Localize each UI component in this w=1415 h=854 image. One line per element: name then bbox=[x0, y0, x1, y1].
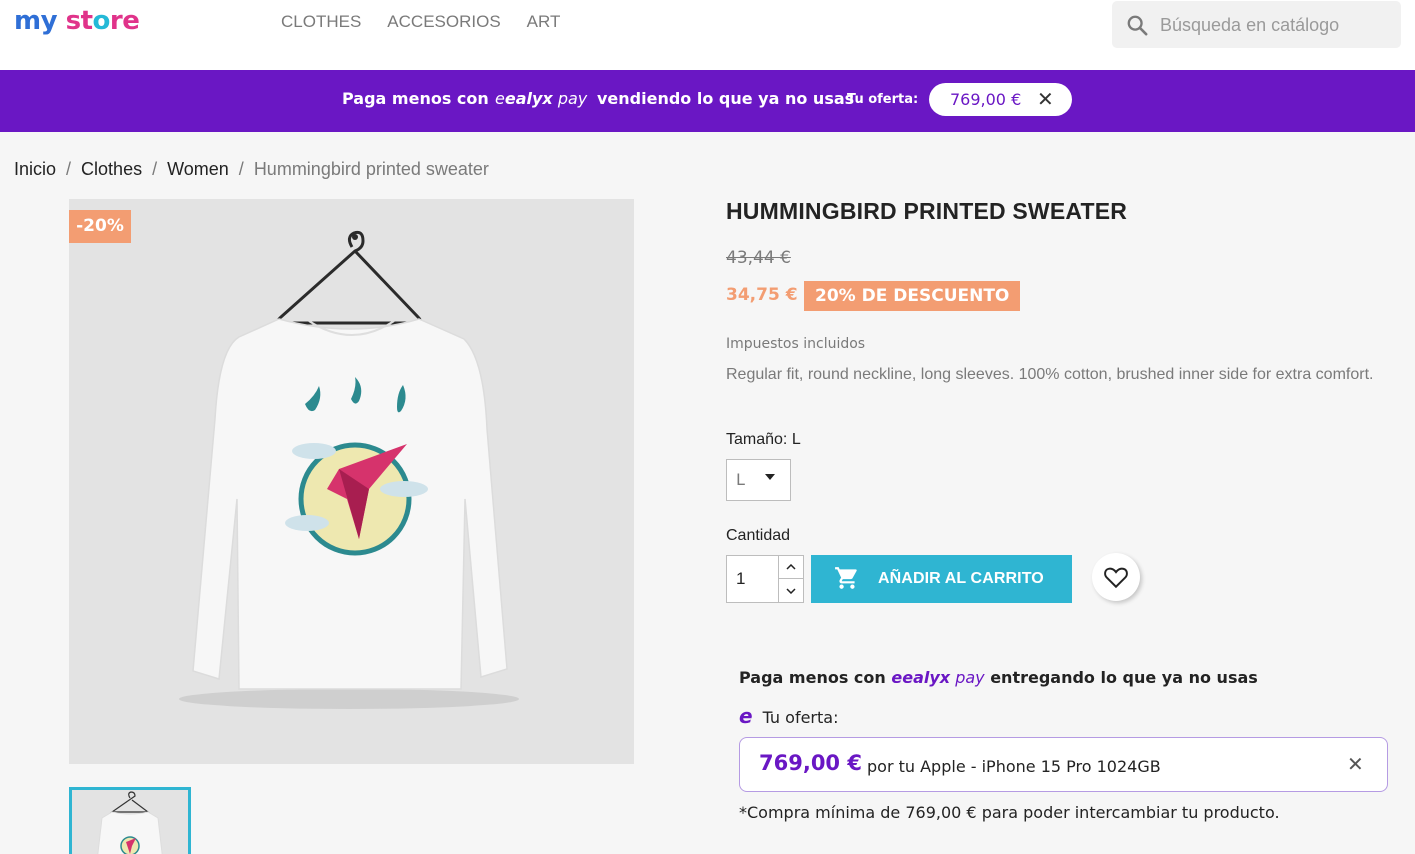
ealyx-offer-device: por tu Apple - iPhone 15 Pro 1024GB bbox=[867, 757, 1161, 776]
banner-text-2: vendiendo lo que ya no usas bbox=[597, 89, 855, 108]
size-select[interactable]: L bbox=[726, 459, 791, 501]
current-price: 34,75 € bbox=[726, 285, 798, 305]
tax-info: Impuestos incluidos bbox=[726, 336, 866, 352]
close-icon[interactable]: ✕ bbox=[1037, 87, 1054, 111]
quantity-input[interactable]: 1 bbox=[726, 555, 779, 603]
wishlist-button[interactable] bbox=[1092, 553, 1140, 601]
breadcrumb: Inicio / Clothes / Women / Hummingbird p… bbox=[14, 159, 489, 180]
breadcrumb-item-women[interactable]: Women bbox=[167, 159, 229, 180]
ealyx-offer-label: e Tu oferta: bbox=[739, 704, 839, 728]
quantity-label: Cantidad bbox=[726, 527, 791, 544]
nav-item-art[interactable]: ART bbox=[527, 12, 561, 32]
banner-text-1: Paga menos con bbox=[342, 89, 489, 108]
caret-down-icon bbox=[765, 474, 775, 480]
ealyx-offer-box[interactable]: 769,00 € por tu Apple - iPhone 15 Pro 10… bbox=[739, 737, 1388, 792]
close-icon[interactable]: ✕ bbox=[1347, 752, 1364, 776]
breadcrumb-separator: / bbox=[238, 159, 244, 179]
breadcrumb-item-clothes[interactable]: Clothes bbox=[81, 159, 142, 180]
ealyx-offer-amount: 769,00 € bbox=[759, 751, 862, 775]
search-box bbox=[1112, 1, 1401, 48]
nav-item-accesorios[interactable]: ACCESORIOS bbox=[387, 12, 500, 32]
ealyx-banner: Paga menos con eealyx pay vendiendo lo q… bbox=[0, 70, 1415, 132]
quantity-down-button[interactable] bbox=[779, 579, 803, 602]
banner-offer-pill[interactable]: 769,00 € ✕ bbox=[929, 83, 1072, 116]
product-thumbnail[interactable] bbox=[69, 787, 191, 854]
discount-label: 20% DE DESCUENTO bbox=[804, 281, 1021, 311]
thumbnail-image bbox=[97, 791, 163, 854]
breadcrumb-separator: / bbox=[66, 159, 72, 179]
discount-badge: -20% bbox=[69, 210, 131, 243]
product-cover-image[interactable] bbox=[69, 199, 634, 764]
chevron-down-icon bbox=[786, 587, 796, 594]
breadcrumb-item-inicio[interactable]: Inicio bbox=[14, 159, 56, 180]
size-select-value: L bbox=[736, 470, 745, 489]
breadcrumb-separator: / bbox=[152, 159, 158, 179]
heart-icon bbox=[1104, 567, 1128, 589]
add-to-cart-button[interactable]: AÑADIR AL CARRITO bbox=[811, 555, 1072, 603]
quantity-stepper bbox=[778, 555, 804, 603]
sweater-image bbox=[179, 230, 519, 709]
ealyx-widget-heading: Paga menos con eealyx pay entregando lo … bbox=[739, 668, 1258, 687]
product-description: Regular fit, round neckline, long sleeve… bbox=[726, 366, 1374, 383]
banner-offer-label: Tu oferta: bbox=[847, 92, 919, 107]
ealyx-e-icon: e bbox=[739, 704, 753, 728]
ealyx-logo: eealyx pay bbox=[891, 668, 985, 687]
site-header: my store CLOTHES ACCESORIOS ART bbox=[0, 0, 1415, 70]
size-label: Tamaño: L bbox=[726, 431, 801, 448]
add-to-cart-label: AÑADIR AL CARRITO bbox=[878, 570, 1044, 587]
store-logo[interactable]: my store bbox=[14, 6, 140, 36]
chevron-up-icon bbox=[786, 564, 796, 570]
banner-offer-value: 769,00 € bbox=[950, 90, 1022, 109]
shopping-cart-icon bbox=[835, 567, 857, 589]
quantity-up-button[interactable] bbox=[779, 556, 803, 579]
ealyx-logo: eealyx pay bbox=[495, 89, 588, 108]
regular-price: 43,44 € bbox=[726, 248, 791, 268]
nav-item-clothes[interactable]: CLOTHES bbox=[281, 12, 361, 32]
main-nav: CLOTHES ACCESORIOS ART bbox=[281, 12, 560, 32]
search-input[interactable] bbox=[1160, 9, 1390, 41]
breadcrumb-current: Hummingbird printed sweater bbox=[253, 159, 489, 179]
search-icon[interactable] bbox=[1126, 14, 1148, 36]
product-title: HUMMINGBIRD PRINTED SWEATER bbox=[726, 198, 1128, 224]
ealyx-minimum-note: *Compra mínima de 769,00 € para poder in… bbox=[739, 803, 1280, 822]
